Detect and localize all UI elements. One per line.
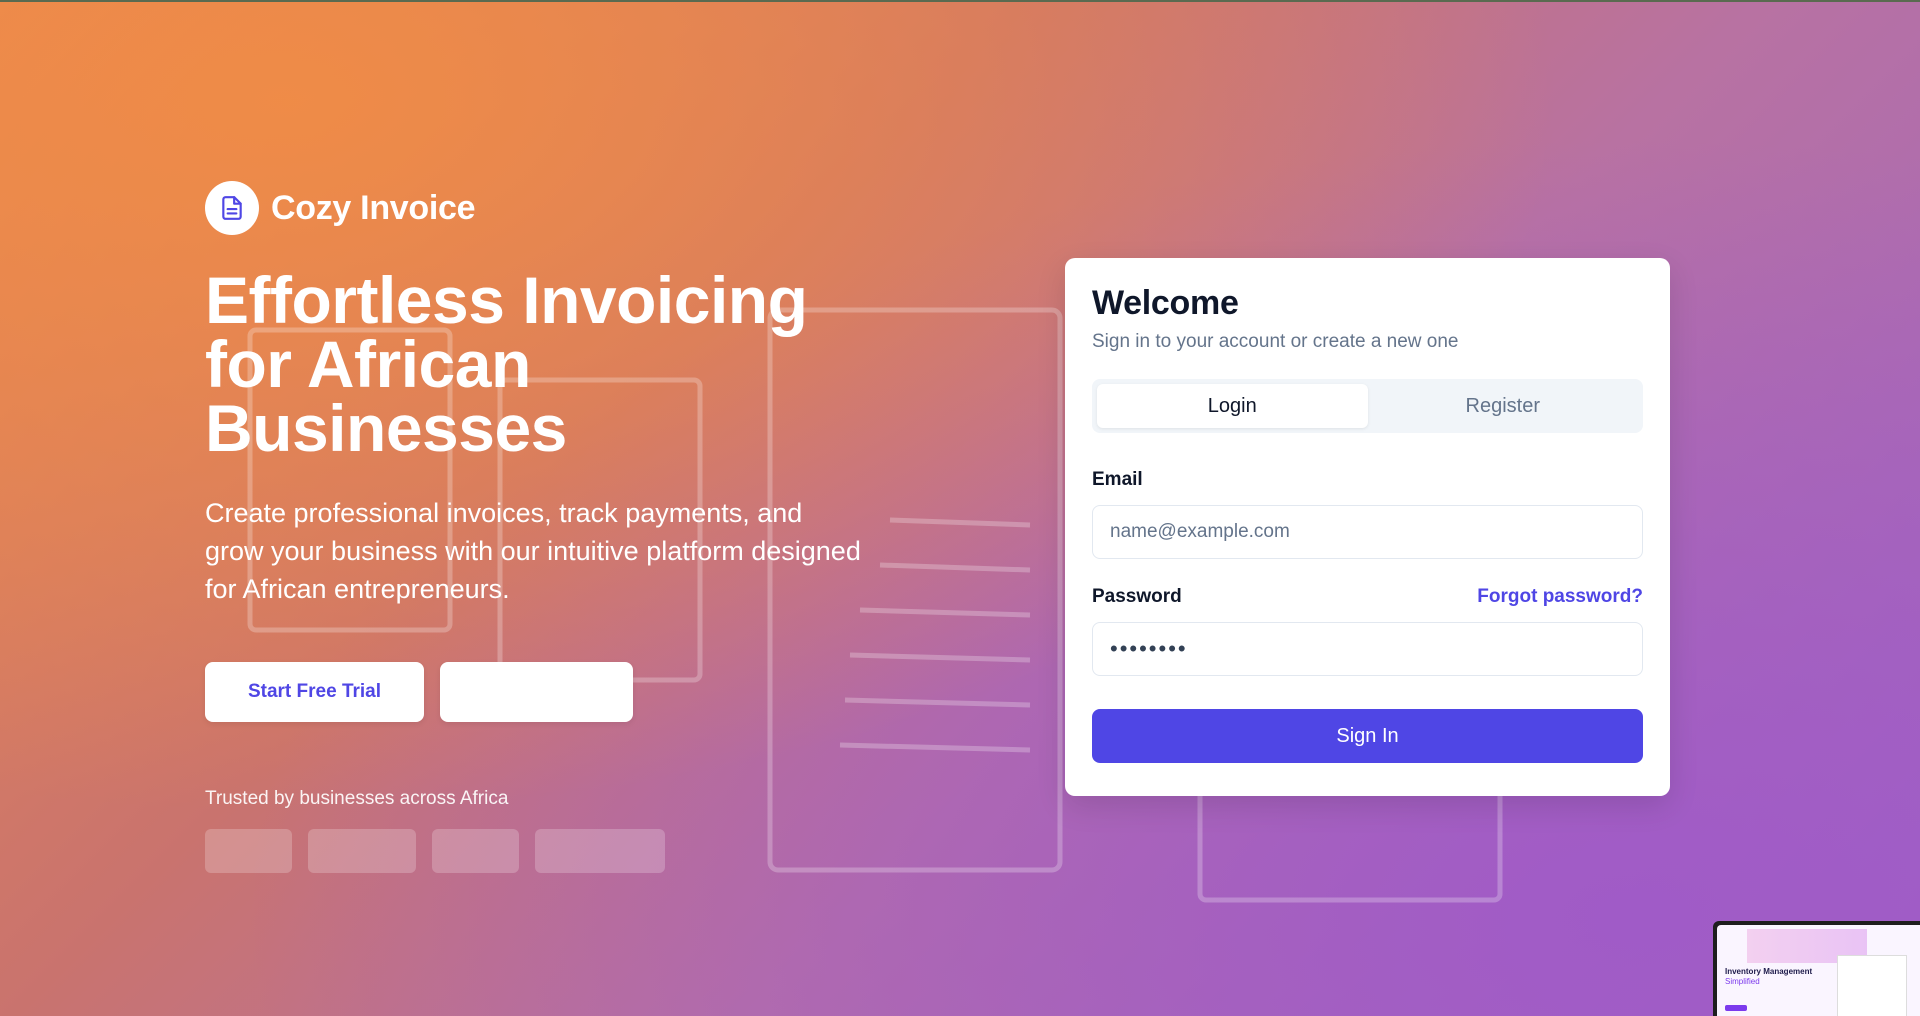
hero-title: Effortless Invoicing for African Busines… <box>205 263 808 465</box>
thumbnail-subtitle: Simplified <box>1725 977 1760 986</box>
thumbnail-button <box>1725 1005 1747 1011</box>
start-free-trial-button[interactable]: Start Free Trial <box>205 662 424 722</box>
secondary-cta-button[interactable] <box>440 662 633 722</box>
top-border <box>0 0 1920 2</box>
brand-name: Cozy Invoice <box>271 188 476 227</box>
thumbnail-title: Inventory Management <box>1725 967 1813 976</box>
password-label: Password <box>1092 586 1182 607</box>
auth-card-subtitle: Sign in to your account or create a new … <box>1092 331 1459 352</box>
document-icon <box>205 181 259 235</box>
password-value: •••••••• <box>1110 636 1188 661</box>
tab-login[interactable]: Login <box>1097 384 1368 428</box>
preview-thumbnail-content: Inventory Management Simplified <box>1717 925 1920 1016</box>
auth-tabs: Login Register <box>1092 379 1643 433</box>
preview-thumbnail[interactable]: Inventory Management Simplified <box>1713 921 1920 1016</box>
partner-logos <box>205 829 665 873</box>
sign-in-button[interactable]: Sign In <box>1092 709 1643 763</box>
partner-logo-placeholder <box>432 829 519 873</box>
email-field[interactable]: name@example.com <box>1092 505 1643 559</box>
hero-subtitle: Create professional invoices, track paym… <box>205 498 861 604</box>
password-field[interactable]: •••••••• <box>1092 622 1643 676</box>
brand[interactable]: Cozy Invoice <box>205 181 476 235</box>
partner-logo-placeholder <box>205 829 292 873</box>
tab-register[interactable]: Register <box>1368 384 1639 428</box>
partner-logo-placeholder <box>308 829 416 873</box>
auth-card-title: Welcome <box>1092 284 1239 322</box>
forgot-password-link[interactable]: Forgot password? <box>1477 586 1643 608</box>
partner-logo-placeholder <box>535 829 665 873</box>
thumbnail-panel <box>1837 955 1907 1016</box>
auth-card: Welcome Sign in to your account or creat… <box>1065 258 1670 796</box>
trusted-by-text: Trusted by businesses across Africa <box>205 788 509 809</box>
email-label: Email <box>1092 469 1143 490</box>
